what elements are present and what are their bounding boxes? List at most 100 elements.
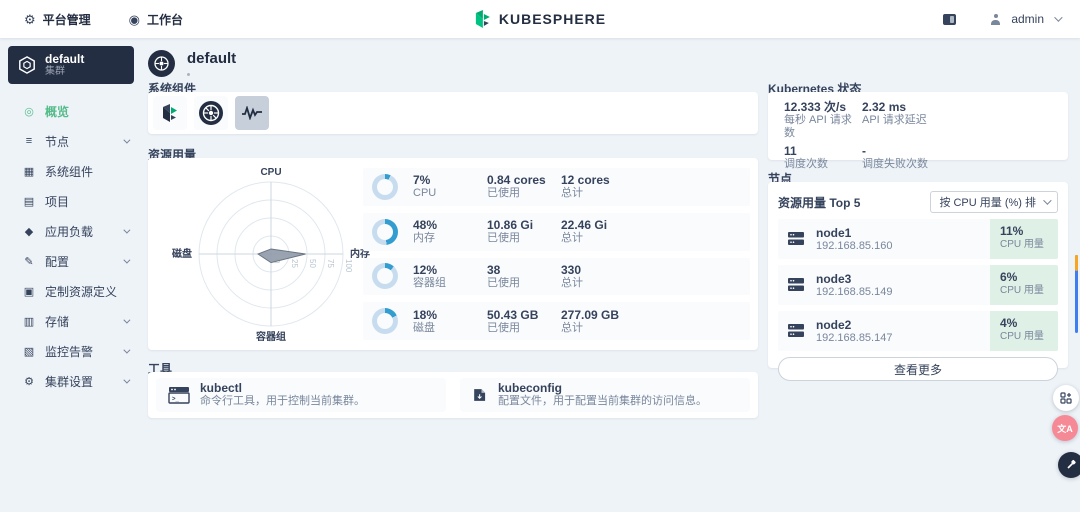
server-icon bbox=[788, 278, 804, 291]
metric-schedule-count: 11 调度次数 bbox=[784, 144, 828, 170]
server-icon bbox=[788, 232, 804, 245]
resources-card: 0255075100CPU内存容器组磁盘 7%CPU 0.84 cores已使用… bbox=[148, 158, 758, 350]
k8s-status-card: 12.333 次/s 每秒 API 请求数 2.32 ms API 请求延迟 1… bbox=[768, 92, 1068, 170]
kubectl-tool[interactable]: >_ kubectl 命令行工具，用于控制当前集群。 bbox=[156, 378, 446, 412]
page-title: default bbox=[187, 50, 237, 67]
cpu-donut-chart bbox=[372, 173, 398, 200]
nav-workbench-label: 工作台 bbox=[147, 12, 184, 27]
nav-workbench[interactable]: ◉ 工作台 bbox=[129, 11, 183, 28]
stat-row-memory[interactable]: 48% 内存 10.86 Gi 已使用 22.46 Gi 总计 bbox=[363, 212, 750, 251]
svg-text:容器组: 容器组 bbox=[255, 330, 286, 343]
node-cpu-usage-badge: 11% CPU 用量 bbox=[990, 219, 1058, 259]
nodes-top5-label: 资源用量 Top 5 bbox=[778, 195, 861, 210]
pods-donut-chart bbox=[372, 263, 398, 290]
title-description-dot bbox=[187, 73, 190, 76]
svg-text:25: 25 bbox=[290, 259, 299, 268]
component-kubernetes[interactable] bbox=[194, 96, 228, 130]
cluster-hexagon-icon bbox=[19, 56, 35, 74]
cluster-settings-icon: ⚙ bbox=[24, 375, 34, 388]
user-icon bbox=[990, 13, 1001, 25]
components-card bbox=[148, 92, 758, 134]
sidebar: default 集群 ◎ 概览 ≡ 节点 ▦ 系统组件 ▤ 项目 ◆ 应用负载 … bbox=[0, 38, 142, 512]
crd-icon: ▣ bbox=[23, 285, 35, 298]
disk-donut-chart bbox=[372, 308, 398, 335]
svg-text:磁盘: 磁盘 bbox=[172, 247, 192, 260]
translate-icon: 文A bbox=[1057, 423, 1073, 434]
kubernetes-component-icon bbox=[199, 101, 223, 125]
top-header: ⚙ 平台管理 ◉ 工作台 KUBESPHERE admin bbox=[0, 0, 1080, 38]
metric-schedule-failures: - 调度失败次数 bbox=[862, 144, 928, 170]
tools-fab-button[interactable] bbox=[1058, 452, 1080, 478]
file-download-icon bbox=[474, 389, 486, 401]
chevron-down-icon bbox=[123, 256, 131, 264]
chevron-down-icon bbox=[123, 346, 131, 354]
stat-row-cpu[interactable]: 7% CPU 0.84 cores 已使用 12 cores 总计 bbox=[363, 168, 750, 206]
sidebar-item-monitoring[interactable]: ▧ 监控告警 bbox=[0, 336, 142, 366]
component-kubesphere[interactable] bbox=[153, 96, 187, 130]
sidebar-item-components[interactable]: ▦ 系统组件 bbox=[0, 156, 142, 186]
memory-donut-chart bbox=[372, 218, 398, 245]
metric-api-requests: 12.333 次/s 每秒 API 请求数 bbox=[784, 100, 852, 139]
node-cpu-usage-badge: 4% CPU 用量 bbox=[990, 311, 1058, 351]
brand-logo[interactable]: KUBESPHERE bbox=[474, 0, 606, 38]
node-cpu-usage-badge: 6% CPU 用量 bbox=[990, 265, 1058, 305]
view-more-button[interactable]: 查看更多 bbox=[778, 357, 1058, 381]
resource-stats: 7% CPU 0.84 cores 已使用 12 cores 总计 48% 内存 10.… bbox=[363, 168, 750, 340]
language-fab-button[interactable]: 文A bbox=[1052, 415, 1078, 441]
kubesphere-component-icon bbox=[163, 104, 177, 122]
chevron-down-icon bbox=[123, 226, 131, 234]
cluster-type: 集群 bbox=[45, 65, 65, 77]
chevron-down-icon bbox=[1043, 196, 1052, 205]
workloads-icon: ◆ bbox=[24, 225, 34, 238]
svg-text:CPU: CPU bbox=[260, 167, 281, 178]
sidebar-item-nodes[interactable]: ≡ 节点 bbox=[0, 126, 142, 156]
node-row-node3[interactable]: node3 192.168.85.149 6% CPU 用量 bbox=[778, 265, 1058, 305]
sidebar-item-projects[interactable]: ▤ 项目 bbox=[0, 186, 142, 216]
header-right: admin bbox=[943, 0, 1063, 38]
svg-text:>_: >_ bbox=[172, 397, 180, 403]
sidebar-item-config[interactable]: ✎ 配置 bbox=[0, 246, 142, 276]
brand-text: KUBESPHERE bbox=[498, 11, 607, 27]
tools-card: >_ kubectl 命令行工具，用于控制当前集群。 kubeconfig 配置… bbox=[148, 372, 758, 418]
storage-icon: ▥ bbox=[23, 315, 35, 328]
monitoring-icon: ▧ bbox=[23, 345, 35, 358]
sidebar-item-crd[interactable]: ▣ 定制资源定义 bbox=[0, 276, 142, 306]
header-nav: ⚙ 平台管理 ◉ 工作台 bbox=[24, 0, 183, 38]
widgets-fab-button[interactable] bbox=[1053, 385, 1079, 411]
gear-icon: ⚙ bbox=[24, 11, 36, 27]
nav-platform-label: 平台管理 bbox=[42, 12, 91, 27]
sort-dropdown[interactable]: 按 CPU 用量 (%) 排 bbox=[930, 191, 1058, 213]
components-icon: ▦ bbox=[23, 165, 35, 178]
sidebar-item-cluster-settings[interactable]: ⚙ 集群设置 bbox=[0, 366, 142, 396]
workbench-icon: ◉ bbox=[128, 11, 141, 27]
config-icon: ✎ bbox=[24, 255, 34, 268]
nodes-icon: ≡ bbox=[25, 135, 33, 147]
kubernetes-wheel-icon bbox=[148, 50, 175, 77]
stat-row-pods[interactable]: 12% 容器组 38 已使用 330 总计 bbox=[363, 257, 750, 296]
sidebar-item-overview[interactable]: ◎ 概览 bbox=[0, 96, 142, 126]
sidebar-item-workloads[interactable]: ◆ 应用负载 bbox=[0, 216, 142, 246]
nodes-card: 资源用量 Top 5 按 CPU 用量 (%) 排 node1 192.168.… bbox=[768, 182, 1068, 381]
cluster-selector[interactable]: default 集群 bbox=[8, 46, 134, 84]
scroll-indicator[interactable] bbox=[1075, 255, 1078, 333]
sidebar-item-storage[interactable]: ▥ 存储 bbox=[0, 306, 142, 336]
monitoring-pulse-icon bbox=[242, 106, 262, 120]
kubeconfig-tool[interactable]: kubeconfig 配置文件，用于配置当前集群的访问信息。 bbox=[460, 378, 750, 412]
component-monitoring[interactable] bbox=[235, 96, 269, 130]
node-row-node2[interactable]: node2 192.168.85.147 4% CPU 用量 bbox=[778, 311, 1058, 351]
chevron-down-icon bbox=[123, 376, 131, 384]
nav-platform-management[interactable]: ⚙ 平台管理 bbox=[24, 11, 91, 28]
chevron-down-icon[interactable] bbox=[1054, 13, 1063, 22]
kubesphere-logo-icon bbox=[475, 10, 490, 28]
docs-icon[interactable] bbox=[943, 13, 957, 25]
cluster-name: default bbox=[45, 51, 85, 66]
chevron-down-icon bbox=[123, 136, 131, 144]
hammer-icon bbox=[1067, 459, 1076, 469]
user-name: admin bbox=[1011, 12, 1044, 26]
stat-row-disk[interactable]: 18% 磁盘 50.43 GB 已使用 277.09 GB 总计 bbox=[363, 302, 750, 340]
node-row-node1[interactable]: node1 192.168.85.160 11% CPU 用量 bbox=[778, 219, 1058, 259]
svg-text:50: 50 bbox=[308, 259, 317, 268]
metric-api-latency: 2.32 ms API 请求延迟 bbox=[862, 100, 927, 126]
sidebar-menu: ◎ 概览 ≡ 节点 ▦ 系统组件 ▤ 项目 ◆ 应用负载 ✎ 配置 ▣ 定制资源… bbox=[0, 96, 142, 396]
terminal-icon: >_ bbox=[168, 387, 190, 404]
